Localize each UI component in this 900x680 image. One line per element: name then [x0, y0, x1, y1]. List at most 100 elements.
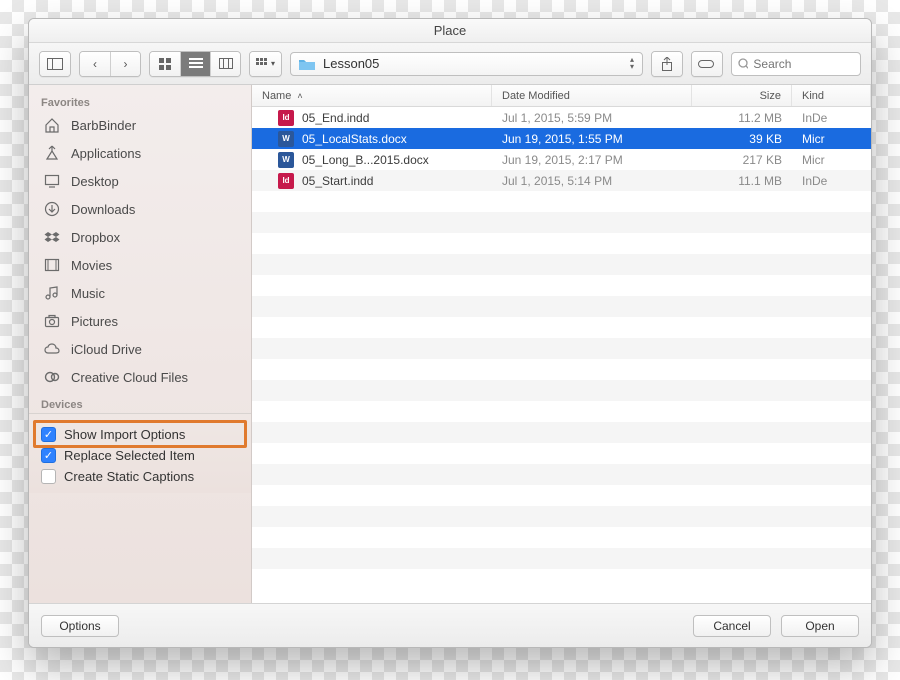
- empty-row: [252, 443, 871, 464]
- file-date: Jul 1, 2015, 5:59 PM: [492, 111, 692, 125]
- empty-row: [252, 359, 871, 380]
- list-view-button[interactable]: [180, 52, 210, 76]
- file-type-icon: Id: [278, 173, 294, 189]
- empty-row: [252, 464, 871, 485]
- applications-icon: [43, 144, 61, 162]
- column-header-size[interactable]: Size: [692, 85, 792, 106]
- checkbox-checked-icon[interactable]: ✓: [41, 448, 56, 463]
- sidebar-item-label: Creative Cloud Files: [71, 370, 188, 385]
- sidebar-item-barbbinder[interactable]: BarbBinder: [29, 111, 251, 139]
- show-import-options-row[interactable]: ✓ Show Import Options: [41, 424, 239, 445]
- icon-view-button[interactable]: [150, 52, 180, 76]
- sidebar-item-desktop[interactable]: Desktop: [29, 167, 251, 195]
- column-header-kind[interactable]: Kind: [792, 85, 871, 106]
- empty-row: [252, 401, 871, 422]
- sort-asc-icon: ˄: [297, 91, 302, 101]
- table-row[interactable]: Id05_Start.inddJul 1, 2015, 5:14 PM11.1 …: [252, 170, 871, 191]
- empty-row: [252, 191, 871, 212]
- tag-group: [691, 51, 723, 77]
- sidebar-item-label: BarbBinder: [71, 118, 136, 133]
- file-list-pane: Name ˄ Date Modified Size Kind Id05_End.…: [252, 85, 871, 603]
- file-name: 05_LocalStats.docx: [302, 132, 407, 146]
- column-header-name[interactable]: Name ˄: [252, 85, 492, 106]
- replace-selected-item-label: Replace Selected Item: [64, 448, 195, 463]
- grid-icon: [159, 58, 171, 70]
- file-name: 05_Long_B...2015.docx: [302, 153, 429, 167]
- forward-button[interactable]: ›: [110, 52, 140, 76]
- file-size: 217 KB: [692, 153, 792, 167]
- file-size: 11.1 MB: [692, 174, 792, 188]
- table-row[interactable]: W05_LocalStats.docxJun 19, 2015, 1:55 PM…: [252, 128, 871, 149]
- file-size: 39 KB: [692, 132, 792, 146]
- empty-row: [252, 506, 871, 527]
- column-headers: Name ˄ Date Modified Size Kind: [252, 85, 871, 107]
- folder-icon: [299, 58, 315, 70]
- window-title: Place: [434, 23, 467, 38]
- arrange-button[interactable]: ▾: [250, 52, 281, 76]
- grid-small-icon: [256, 58, 268, 69]
- empty-row: [252, 233, 871, 254]
- cancel-button[interactable]: Cancel: [693, 615, 771, 637]
- titlebar: Place: [29, 19, 871, 43]
- options-button[interactable]: Options: [41, 615, 119, 637]
- devices-header: Devices: [29, 391, 251, 413]
- empty-row: [252, 296, 871, 317]
- sidebar-item-dropbox[interactable]: Dropbox: [29, 223, 251, 251]
- sidebar-item-applications[interactable]: Applications: [29, 139, 251, 167]
- sidebar-toggle-group: [39, 51, 71, 77]
- chevron-right-icon: ›: [124, 57, 128, 71]
- music-icon: [43, 284, 61, 302]
- empty-row: [252, 254, 871, 275]
- sidebar-item-creative-cloud[interactable]: Creative Cloud Files: [29, 363, 251, 391]
- open-button[interactable]: Open: [781, 615, 859, 637]
- back-button[interactable]: ‹: [80, 52, 110, 76]
- sidebar-item-icloud[interactable]: iCloud Drive: [29, 335, 251, 363]
- sidebar-item-label: Pictures: [71, 314, 118, 329]
- search-icon: [738, 58, 748, 70]
- home-icon: [43, 116, 61, 134]
- create-static-captions-row[interactable]: Create Static Captions: [41, 466, 239, 487]
- file-type-icon: Id: [278, 110, 294, 126]
- replace-selected-item-row[interactable]: ✓ Replace Selected Item: [41, 445, 239, 466]
- empty-row: [252, 527, 871, 548]
- search-input[interactable]: [753, 57, 854, 71]
- checkbox-unchecked-icon[interactable]: [41, 469, 56, 484]
- create-static-captions-label: Create Static Captions: [64, 469, 194, 484]
- sidebar-item-label: Movies: [71, 258, 112, 273]
- dialog-footer: Options Cancel Open: [29, 603, 871, 647]
- share-button[interactable]: [652, 52, 682, 76]
- file-size: 11.2 MB: [692, 111, 792, 125]
- sidebar-item-label: Applications: [71, 146, 141, 161]
- file-date: Jun 19, 2015, 2:17 PM: [492, 153, 692, 167]
- tags-button[interactable]: [692, 52, 722, 76]
- sidebar: Favorites BarbBinder Applications Deskto…: [29, 85, 252, 603]
- sidebar-item-pictures[interactable]: Pictures: [29, 307, 251, 335]
- path-dropdown[interactable]: Lesson05 ▴▾: [290, 52, 643, 76]
- sidebar-item-label: Downloads: [71, 202, 135, 217]
- file-type-icon: W: [278, 131, 294, 147]
- file-kind: InDe: [792, 111, 871, 125]
- arrange-group: ▾: [249, 51, 282, 77]
- table-row[interactable]: Id05_End.inddJul 1, 2015, 5:59 PM11.2 MB…: [252, 107, 871, 128]
- sidebar-icon: [47, 58, 63, 70]
- sidebar-item-downloads[interactable]: Downloads: [29, 195, 251, 223]
- show-import-options-label: Show Import Options: [64, 427, 185, 442]
- sidebar-item-label: Dropbox: [71, 230, 120, 245]
- file-date: Jul 1, 2015, 5:14 PM: [492, 174, 692, 188]
- file-rows: Id05_End.inddJul 1, 2015, 5:59 PM11.2 MB…: [252, 107, 871, 603]
- place-dialog: Place ‹ › ▾: [28, 18, 872, 648]
- sidebar-item-label: iCloud Drive: [71, 342, 142, 357]
- checkbox-checked-icon[interactable]: ✓: [41, 427, 56, 442]
- sidebar-item-movies[interactable]: Movies: [29, 251, 251, 279]
- creative-cloud-icon: [43, 368, 61, 386]
- current-folder-label: Lesson05: [323, 56, 379, 71]
- sidebar-toggle-button[interactable]: [40, 52, 70, 76]
- download-icon: [43, 200, 61, 218]
- table-row[interactable]: W05_Long_B...2015.docxJun 19, 2015, 2:17…: [252, 149, 871, 170]
- sidebar-item-music[interactable]: Music: [29, 279, 251, 307]
- search-field[interactable]: [731, 52, 861, 76]
- empty-row: [252, 212, 871, 233]
- column-header-date[interactable]: Date Modified: [492, 85, 692, 106]
- column-view-button[interactable]: [210, 52, 240, 76]
- empty-row: [252, 422, 871, 443]
